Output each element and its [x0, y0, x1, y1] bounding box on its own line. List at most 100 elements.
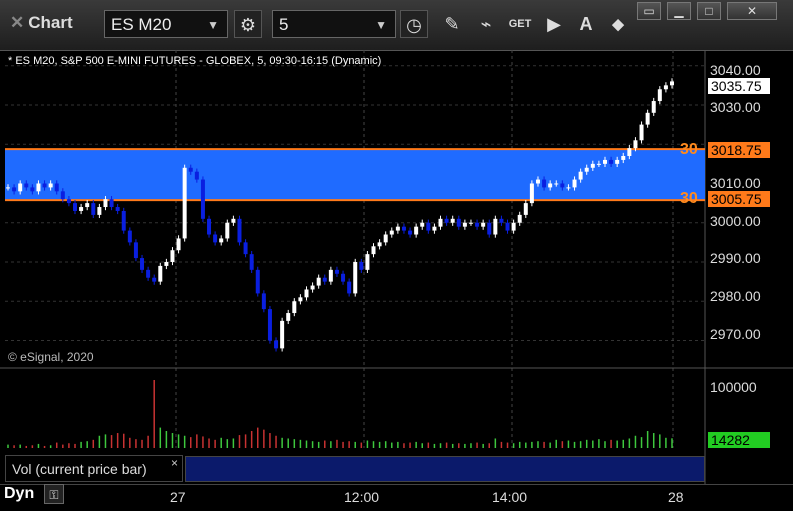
candle — [371, 246, 376, 255]
candle — [468, 222, 473, 224]
candle — [621, 156, 626, 160]
candle — [578, 171, 583, 180]
candle — [48, 183, 53, 188]
candle — [146, 269, 151, 278]
volume-axis-label: 100000 — [710, 379, 757, 395]
candle — [152, 277, 157, 282]
candle — [487, 222, 492, 235]
candle — [213, 234, 218, 243]
price-axis-label: 3040.00 — [710, 62, 761, 78]
candle — [414, 226, 419, 235]
candle — [133, 242, 138, 259]
candle — [121, 210, 126, 231]
symbol-select[interactable]: ES M20 ▼ — [104, 10, 228, 38]
candle — [79, 207, 84, 211]
candle — [237, 218, 242, 243]
candle — [286, 313, 291, 321]
candle — [249, 254, 254, 270]
candle — [444, 218, 449, 223]
close-icon[interactable]: ✕ — [727, 2, 777, 20]
link-icon[interactable]: ⬥ — [604, 10, 632, 38]
alert-label: A — [579, 14, 593, 34]
candle — [609, 159, 614, 164]
candle — [511, 222, 516, 231]
candle — [548, 183, 553, 188]
time-axis-label: 27 — [170, 489, 186, 505]
candle — [66, 199, 71, 204]
candle — [663, 85, 668, 90]
lock-icon[interactable]: ⚿ — [44, 484, 64, 504]
dynamic-label[interactable]: Dyn — [4, 485, 34, 503]
minimize-icon[interactable]: ▁ — [667, 2, 691, 20]
candle — [36, 183, 41, 192]
candle — [596, 163, 601, 165]
candle — [651, 101, 656, 113]
candle — [103, 199, 108, 208]
candle — [170, 250, 175, 262]
candle — [310, 285, 315, 290]
candle — [6, 187, 10, 189]
candle — [334, 269, 339, 274]
alert-icon[interactable]: A — [572, 10, 600, 38]
volume-panel-label[interactable]: Vol (current price bar) — [5, 455, 183, 482]
close-x-icon[interactable]: ✕ — [10, 13, 24, 32]
candle — [341, 273, 346, 282]
close-icon[interactable]: × — [171, 456, 178, 470]
study-icon[interactable]: ⌁ — [472, 10, 500, 38]
gear-icon[interactable]: ⚙ — [234, 10, 262, 38]
candle — [200, 179, 205, 219]
clock-icon[interactable]: ◷ — [400, 10, 428, 38]
candle — [505, 222, 510, 231]
candle — [535, 179, 540, 184]
price-axis-label: 2990.00 — [710, 250, 761, 266]
candle — [438, 218, 443, 227]
candle — [194, 171, 199, 180]
candle — [420, 222, 425, 227]
candle — [109, 199, 114, 208]
candle — [456, 218, 461, 227]
candle — [529, 183, 534, 204]
zone-level-label: 30 — [680, 190, 698, 207]
candle — [24, 183, 29, 188]
candle — [408, 230, 413, 235]
time-axis-label: 28 — [668, 489, 684, 505]
zone-upper-flag: 3018.75 — [708, 142, 770, 158]
candle — [255, 269, 260, 294]
candle — [115, 207, 120, 211]
candle — [432, 226, 437, 231]
candle — [280, 320, 285, 349]
candle — [572, 179, 577, 188]
candle — [542, 179, 547, 188]
candle — [426, 222, 431, 231]
restore-icon[interactable]: ▭ — [637, 2, 661, 20]
candle — [462, 222, 467, 227]
candle — [140, 258, 145, 270]
candle — [602, 159, 607, 164]
interval-select[interactable]: 5 ▼ — [272, 10, 396, 38]
get-icon[interactable]: GET — [506, 10, 534, 38]
candle — [18, 183, 23, 192]
candle — [207, 218, 212, 235]
app-title: ✕ Chart — [10, 13, 73, 33]
candle — [316, 277, 321, 286]
interval-value: 5 — [279, 15, 289, 34]
volume-panel-bar — [185, 456, 705, 482]
app-title-text: Chart — [28, 13, 73, 32]
price-chart[interactable] — [0, 50, 793, 484]
pencil-icon[interactable]: ✎ — [438, 10, 466, 38]
maximize-icon[interactable]: □ — [697, 2, 721, 20]
candle — [657, 89, 662, 102]
candle — [615, 159, 620, 164]
candle — [517, 214, 522, 223]
candle — [60, 191, 65, 200]
price-axis-label: 3000.00 — [710, 213, 761, 229]
candle — [158, 265, 163, 282]
volume-flag: 14282 — [708, 432, 770, 448]
price-axis-label: 2970.00 — [710, 326, 761, 342]
price-axis-label: 3010.00 — [710, 175, 761, 191]
candle — [322, 277, 327, 282]
candle — [85, 203, 90, 208]
candle — [590, 163, 595, 168]
play-icon[interactable]: ▶ — [540, 10, 568, 38]
candle — [164, 262, 169, 266]
